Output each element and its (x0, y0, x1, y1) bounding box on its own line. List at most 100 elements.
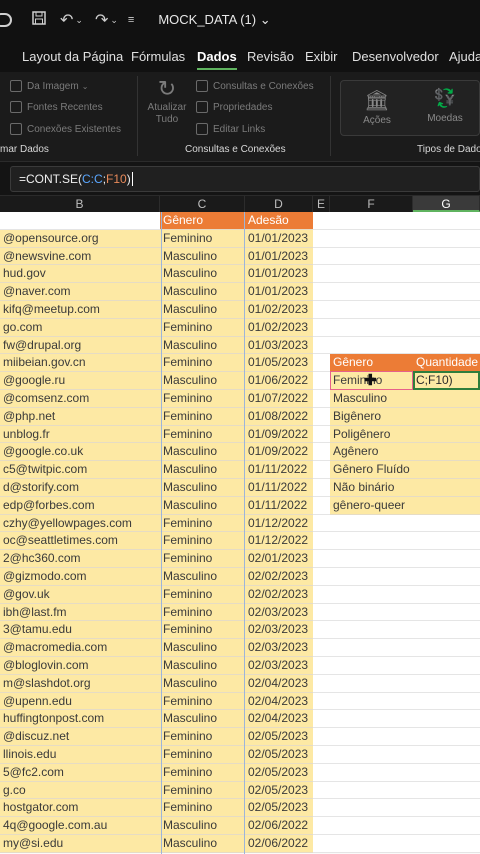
cell-gender[interactable]: Feminino (160, 763, 245, 782)
cell-email[interactable]: czhy@yellowpages.com (0, 514, 160, 533)
cell-gender[interactable]: Masculino (160, 247, 245, 266)
cell-email[interactable]: @comsenz.com (0, 389, 160, 408)
cell-e[interactable] (313, 550, 330, 568)
cell-f[interactable] (330, 745, 413, 764)
cell-e[interactable] (313, 229, 330, 248)
cell-date[interactable]: 01/11/2022 (245, 461, 313, 479)
cell-date[interactable]: 02/05/2023 (245, 763, 313, 782)
cell-g[interactable] (413, 745, 480, 764)
cell-e[interactable] (313, 532, 330, 551)
cell-f[interactable] (330, 514, 413, 533)
cell-gender[interactable]: Masculino (160, 478, 245, 497)
cell-f[interactable] (330, 283, 413, 301)
cell-f[interactable] (330, 300, 413, 319)
cell-email[interactable]: miibeian.gov.cn (0, 354, 160, 373)
cell-gender[interactable]: Feminino (160, 425, 245, 444)
cell-date[interactable]: 01/06/2022 (245, 372, 313, 390)
column-header-c[interactable]: C (160, 196, 245, 212)
cell-e[interactable] (313, 354, 330, 373)
cell-e[interactable] (313, 389, 330, 408)
cell-e[interactable] (313, 674, 330, 693)
cell-e[interactable] (313, 656, 330, 675)
cell-f[interactable] (330, 781, 413, 800)
cell-email[interactable]: @newsvine.com (0, 247, 160, 266)
cell-e[interactable] (313, 781, 330, 800)
cell-email[interactable]: @opensource.org (0, 229, 160, 248)
cell-g[interactable] (413, 817, 480, 835)
cell-g[interactable] (413, 229, 480, 248)
cell-e[interactable] (313, 407, 330, 426)
cell-f[interactable] (330, 603, 413, 622)
cell-f[interactable] (330, 621, 413, 640)
cell-date[interactable]: 02/03/2023 (245, 639, 313, 657)
cell-f[interactable] (330, 247, 413, 266)
cell-f[interactable] (330, 710, 413, 729)
cell-e[interactable] (313, 817, 330, 835)
cell-gender[interactable]: Feminino (160, 621, 245, 640)
cell-gender[interactable]: Masculino (160, 265, 245, 284)
cell-g[interactable] (413, 621, 480, 640)
cell-gender[interactable]: Feminino (160, 745, 245, 764)
cell-date[interactable]: 01/11/2022 (245, 478, 313, 497)
cell-date[interactable]: 01/05/2023 (245, 354, 313, 373)
column-header-b[interactable]: B (0, 196, 160, 212)
cell-e[interactable] (313, 763, 330, 782)
cell-gender[interactable]: Masculino (160, 817, 245, 835)
cell-email[interactable]: @bloglovin.com (0, 656, 160, 675)
cell-e[interactable] (313, 728, 330, 746)
cell-date[interactable]: 01/12/2022 (245, 514, 313, 533)
cell-e[interactable] (313, 603, 330, 622)
cell-date[interactable]: 02/02/2023 (245, 585, 313, 604)
cell-e[interactable] (313, 496, 330, 515)
tab-ajuda[interactable]: Ajuda (449, 49, 480, 64)
cell-gender[interactable]: Feminino (160, 781, 245, 800)
cell-email[interactable]: huffingtonpost.com (0, 710, 160, 729)
cell-date[interactable]: 01/02/2023 (245, 300, 313, 319)
cell-email[interactable]: kifq@meetup.com (0, 300, 160, 319)
cell-e[interactable] (313, 478, 330, 497)
cell-date[interactable]: 02/03/2023 (245, 603, 313, 622)
cell-e[interactable] (313, 710, 330, 729)
cell-gender[interactable]: Feminino (160, 692, 245, 711)
cell-e[interactable] (313, 318, 330, 337)
cell-e[interactable] (313, 425, 330, 444)
cell-gender[interactable]: Masculino (160, 443, 245, 462)
cell-gender[interactable]: Feminino (160, 532, 245, 551)
cell-date[interactable]: 02/06/2022 (245, 834, 313, 853)
cell-gender[interactable]: Feminino (160, 407, 245, 426)
cell-gender[interactable]: Feminino (160, 603, 245, 622)
cell-gender[interactable]: Masculino (160, 656, 245, 675)
column-header-d[interactable]: D (245, 196, 313, 212)
cell-date[interactable]: 02/05/2023 (245, 799, 313, 818)
cell-email[interactable]: go.com (0, 318, 160, 337)
cell-g[interactable] (413, 799, 480, 818)
cell-gender[interactable]: Feminino (160, 514, 245, 533)
cell-date[interactable]: 02/04/2023 (245, 674, 313, 693)
cell-email[interactable]: g.co (0, 781, 160, 800)
cell-gender[interactable]: Feminino (160, 550, 245, 568)
cell-d-header[interactable]: Adesão (245, 212, 313, 230)
cell-email[interactable]: fw@drupal.org (0, 336, 160, 355)
cell-e[interactable] (313, 265, 330, 284)
cell-email[interactable]: @macromedia.com (0, 639, 160, 657)
cell-gender[interactable]: Masculino (160, 639, 245, 657)
cell-g[interactable] (413, 336, 480, 355)
cell-g[interactable] (413, 300, 480, 319)
stocks-button[interactable]: 🏛 Ações (352, 88, 402, 126)
cell-date[interactable]: 02/05/2023 (245, 728, 313, 746)
cell-date[interactable]: 01/12/2022 (245, 532, 313, 551)
cell-gender[interactable]: Masculino (160, 496, 245, 515)
cell-gender[interactable]: Masculino (160, 674, 245, 693)
cell-e[interactable] (313, 443, 330, 462)
cell-gender[interactable]: Masculino (160, 336, 245, 355)
cell-date[interactable]: 01/01/2023 (245, 247, 313, 266)
cell-f[interactable] (330, 656, 413, 675)
cell-g[interactable] (413, 834, 480, 853)
cell-date[interactable]: 01/09/2022 (245, 443, 313, 462)
column-header-g[interactable]: G (413, 196, 480, 212)
queries-connections-button[interactable]: Consultas e Conexões (196, 80, 314, 92)
cell-g[interactable] (413, 283, 480, 301)
cell-e[interactable] (313, 639, 330, 657)
cell-c-header[interactable]: Gênero (160, 212, 245, 230)
cell-email[interactable]: 4q@google.com.au (0, 817, 160, 835)
